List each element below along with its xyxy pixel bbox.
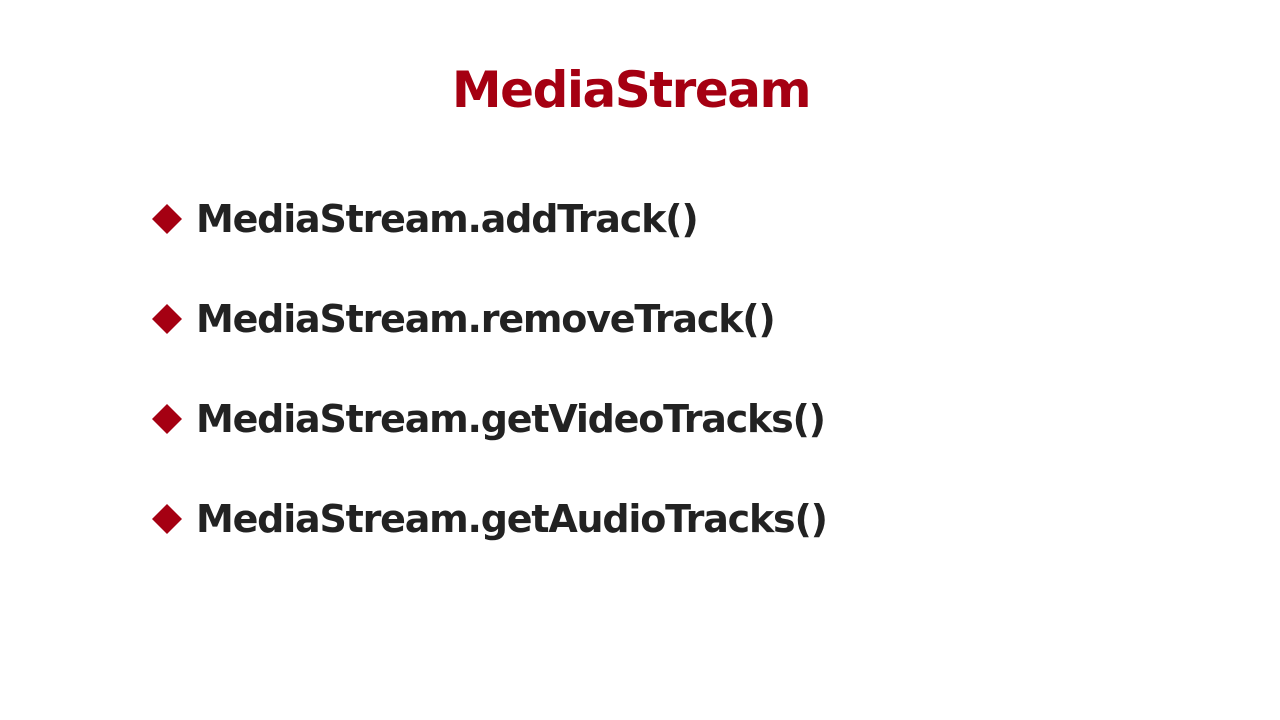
list-item-label: MediaStream.addTrack() [196,197,699,241]
diamond-icon [150,402,184,436]
list-item-label: MediaStream.getAudioTracks() [196,497,828,541]
list-item-label: MediaStream.getVideoTracks() [196,397,826,441]
slide: MediaStream MediaStream.addTrack() Media… [0,0,1280,720]
diamond-icon [150,302,184,336]
list-item-label: MediaStream.removeTrack() [196,297,776,341]
list-item: MediaStream.removeTrack() [150,294,827,344]
diamond-icon [150,502,184,536]
list-item: MediaStream.getVideoTracks() [150,394,827,444]
list-item: MediaStream.addTrack() [150,194,827,244]
list-item: MediaStream.getAudioTracks() [150,494,828,544]
slide-title: MediaStream [451,61,812,119]
bullet-list: MediaStream.addTrack() MediaStream.remov… [150,194,828,594]
diamond-icon [150,202,184,236]
